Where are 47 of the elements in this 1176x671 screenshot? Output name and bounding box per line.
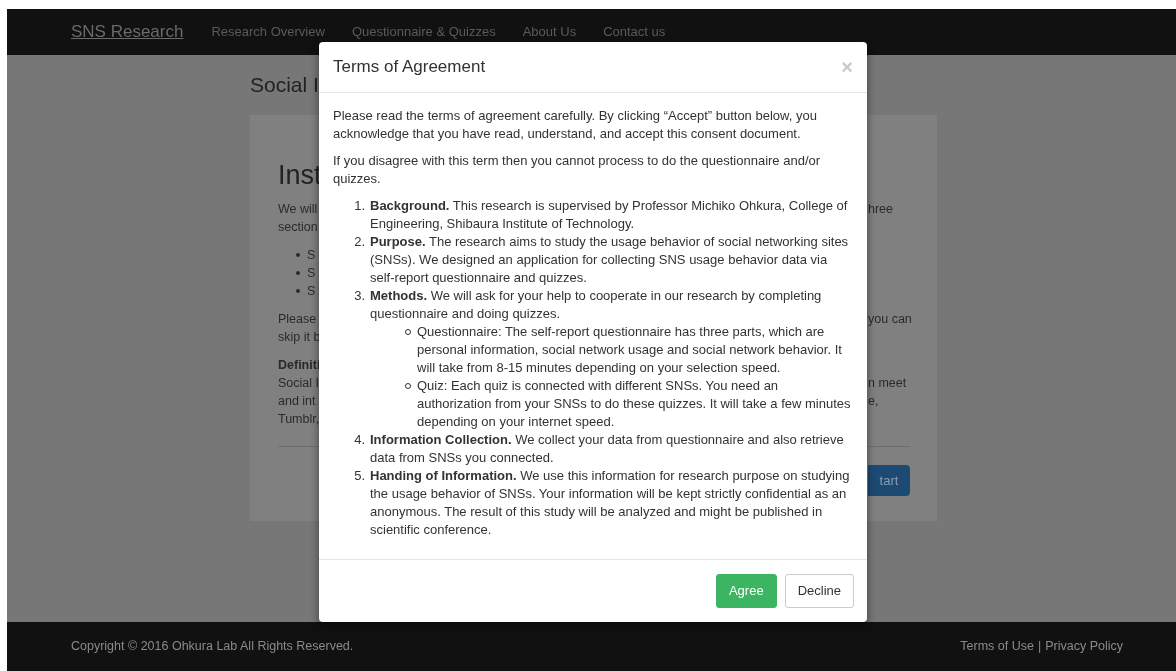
footer-link[interactable]: Privacy Policy (1045, 637, 1123, 656)
list-item-text: Questionnaire: The self-report questionnaire has three parts, which are personal information, social network usage and social network behavior. It will take from 8-15 minutes depending on your selection speed. (417, 323, 843, 377)
paragraph-text: and int (278, 393, 316, 410)
agree-button[interactable]: Agree (715, 574, 777, 608)
paragraph-text: Tumblr, (278, 411, 320, 428)
copyright-text: Copyright © 2016 Ohkura Lab All Rights Reserved. (71, 638, 354, 656)
brand-link[interactable]: SNS Research (71, 19, 184, 45)
list-item-text: Purpose. The research aims to study the usage behavior of social networking sites (SNSs). We designed an application for collecting SNS usage behavior data via self-report questionnaire and quizzes. (370, 233, 850, 287)
list-number: 1. (353, 197, 366, 215)
close-button[interactable]: × (841, 57, 853, 77)
list-item-text: Handing of Information. We use this information for research purpose on studying the usage behavior of SNSs. Your information will be kept strictly confidential as an anonymous. The result of this study will be analyzed and might be published in scientific conference. (370, 467, 851, 539)
list-item-text: S (307, 265, 316, 282)
paragraph-text: e, (868, 394, 879, 408)
list-number: 2. (353, 233, 366, 251)
footer-link[interactable]: Terms of Use (960, 637, 1034, 656)
bullet-icon (296, 271, 300, 275)
list-item-text: Quiz: Each quiz is connected with different SNSs. You need an authorization from your SNSs to do these quizzes. It will take a few minutes depending on your internet speed. (417, 377, 852, 431)
paragraph-text: Definiti (278, 357, 321, 374)
list-item-text: Information Collection. We collect your data from questionnaire and also retrieve data from SNSs you connected. (370, 431, 845, 467)
decline-button[interactable]: Decline (784, 574, 854, 608)
paragraph-text: hree (868, 202, 894, 216)
section-heading: Inst (278, 160, 322, 190)
nav-link[interactable]: Research Overview (211, 22, 325, 42)
list-item-text: S (307, 247, 316, 264)
bullet-icon (296, 289, 300, 293)
paragraph-text: If you disagree with this term then you cannot process to do the questionnaire and/or quizzes. (333, 152, 822, 188)
list-item-text: S (307, 283, 316, 300)
page-heading: Social I (250, 73, 320, 97)
list-number: 4. (353, 431, 366, 449)
nav-link[interactable]: About Us (522, 22, 577, 42)
start-button[interactable]: tart (868, 465, 910, 496)
modal-title: Terms of Agreement (333, 56, 486, 79)
paragraph-text: section (278, 219, 318, 236)
list-item-text: Background. This research is supervised by Professor Michiko Ohkura, College of Engineering, Shibaura Institute of Technology. (370, 197, 849, 233)
paragraph-text: We will (278, 201, 318, 218)
paragraph-text: you can (868, 312, 912, 326)
paragraph-text: Please read the terms of agreement carefully. By clicking “Accept” button below, you acknowledge that you have read, understand, and accept this consent document. (333, 107, 818, 143)
bullet-icon (296, 253, 300, 257)
nav-link[interactable]: Questionnaire & Quizzes (351, 22, 496, 42)
list-number: 5. (353, 467, 366, 485)
paragraph-text: Please (278, 311, 317, 328)
nav-link[interactable]: Contact us (603, 22, 666, 42)
list-number: 3. (353, 287, 366, 305)
paragraph-text: n meet (868, 376, 907, 390)
separator-text: | (1037, 638, 1042, 656)
list-item-text: Methods. We will ask for your help to cooperate in our research by completing questionnaire and doing quizzes. (370, 287, 823, 323)
paragraph-text: Social I (278, 375, 319, 392)
